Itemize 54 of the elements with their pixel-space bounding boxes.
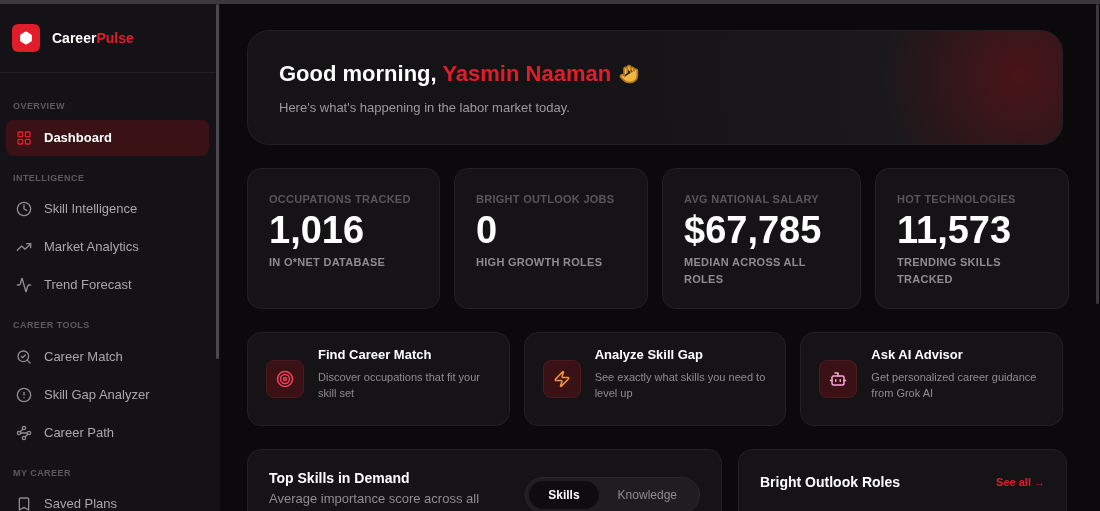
stat-label: HOT TECHNOLOGIES bbox=[897, 192, 1017, 207]
stat-label: AVG NATIONAL SALARY bbox=[684, 192, 820, 207]
stat-caption: MEDIAN ACROSS ALL ROLES bbox=[684, 254, 807, 287]
stat-caption: TRENDING SKILLS TRACKED bbox=[897, 254, 1002, 287]
grid-icon bbox=[16, 129, 32, 146]
clock-icon bbox=[16, 201, 32, 217]
stat-caption: HIGH GROWTH ROLES bbox=[476, 254, 604, 270]
stat-value: 0 bbox=[476, 207, 499, 252]
robot-icon bbox=[829, 370, 848, 388]
nav-item[interactable]: Career Match bbox=[6, 338, 209, 375]
action-title: Analyze Skill Gap bbox=[594, 346, 705, 365]
stat-value: 1,016 bbox=[269, 207, 366, 252]
section-label: CAREER TOOLS bbox=[12, 319, 91, 332]
alert-icon bbox=[16, 386, 32, 403]
nav-item[interactable]: Trend Forecast bbox=[6, 267, 209, 303]
stat-label: OCCUPATIONS TRACKED bbox=[269, 192, 412, 207]
tab[interactable]: Knowledge bbox=[598, 481, 696, 509]
action-card[interactable]: Find Career Match Discover occupations that fit your skill set bbox=[247, 332, 510, 426]
nav-item[interactable]: Skill Gap Analyzer bbox=[6, 376, 209, 413]
bookmark-icon bbox=[16, 496, 32, 511]
card-title: Bright Outlook Roles bbox=[760, 473, 900, 492]
action-description: Get personalized career guidance from Grok AI bbox=[871, 369, 1038, 401]
stat-value: $67,785 bbox=[684, 207, 823, 252]
chart-icon bbox=[16, 277, 32, 293]
nav-item[interactable]: Skill Intelligence bbox=[6, 191, 209, 227]
action-title: Find Career Match bbox=[318, 346, 433, 365]
nav-item[interactable]: Career Path bbox=[6, 414, 209, 451]
section-label: INTELLIGENCE bbox=[12, 171, 86, 185]
card-subtitle: Average importance score across all bbox=[269, 490, 480, 508]
bolt-icon bbox=[552, 370, 571, 388]
nav-item[interactable]: Market Analytics bbox=[6, 229, 209, 265]
stat-label: BRIGHT OUTLOOK JOBS bbox=[476, 192, 616, 207]
stat-value: 11,573 bbox=[897, 207, 1013, 252]
action-card[interactable]: Analyze Skill Gap See exactly what skills you need to level up bbox=[523, 332, 787, 426]
action-description: See exactly what skills you need to level up bbox=[594, 369, 767, 401]
brand-name: CareerPulse bbox=[52, 28, 134, 48]
nav-item[interactable]: Saved Plans bbox=[6, 486, 209, 511]
action-title: Ask AI Advisor bbox=[871, 346, 964, 365]
target-icon bbox=[276, 370, 294, 388]
section-label: OVERVIEW bbox=[12, 100, 66, 113]
greeting-title: Good morning, Yasmin Naaman bbox=[279, 60, 612, 89]
greeting-subtitle: Here's what's happening in the labor market today. bbox=[279, 99, 571, 118]
tab[interactable]: Skills bbox=[529, 481, 599, 509]
search-icon bbox=[16, 348, 32, 365]
action-card[interactable]: Ask AI Advisor Get personalized career guidance from Grok AI bbox=[800, 332, 1063, 426]
stat-caption: IN O*NET DATABASE bbox=[269, 254, 387, 270]
path-icon bbox=[16, 424, 32, 441]
action-description: Discover occupations that fit your skill set bbox=[318, 369, 482, 401]
card-title: Top Skills in Demand bbox=[269, 469, 411, 488]
hand-icon bbox=[619, 63, 640, 84]
nav-item[interactable]: Dashboard bbox=[6, 119, 209, 156]
logo-icon bbox=[12, 24, 40, 52]
section-label: MY CAREER bbox=[12, 466, 72, 480]
see-all-link[interactable]: See all → bbox=[996, 474, 1045, 491]
